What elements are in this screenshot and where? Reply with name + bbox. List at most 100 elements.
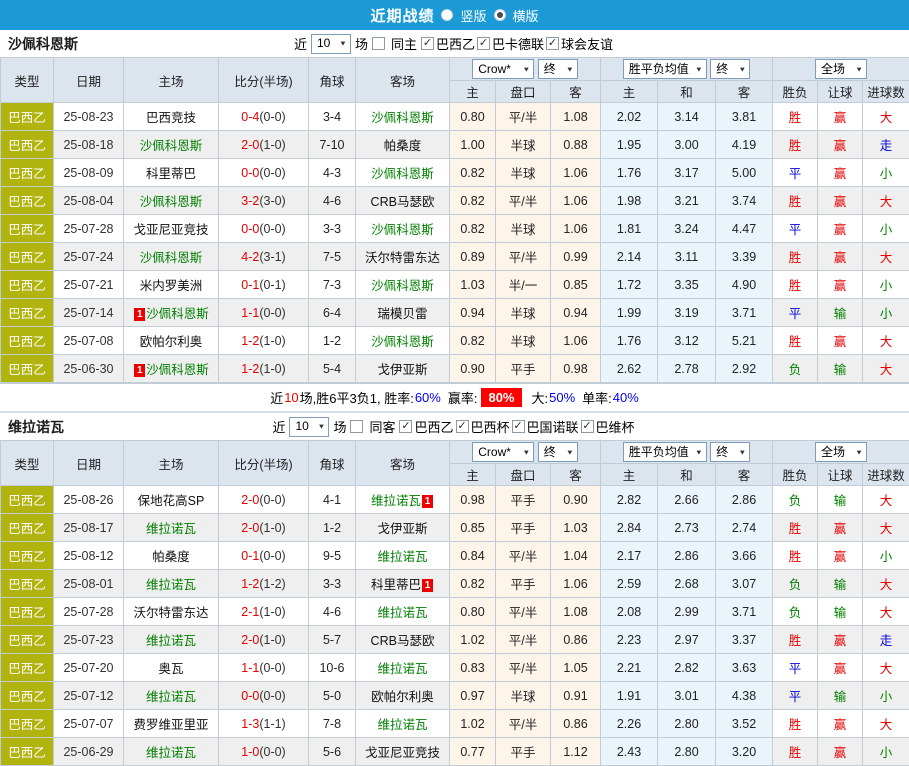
same-venue-checkbox[interactable]: [350, 420, 363, 433]
goals-result-cell: 大: [863, 654, 909, 682]
vertical-layout-radio[interactable]: [441, 9, 453, 21]
odds-away-cell: 1.06: [551, 159, 601, 187]
away-team-cell: 维拉诺瓦1: [356, 486, 450, 514]
avg-lose-cell: 3.63: [716, 654, 773, 682]
corner-cell: 5-7: [309, 626, 356, 654]
result-cell: 负: [773, 355, 818, 383]
team-link: 戈伊亚斯: [377, 522, 427, 536]
away-team-cell: 维拉诺瓦: [356, 710, 450, 738]
corner-cell: 10-6: [309, 654, 356, 682]
same-venue-checkbox[interactable]: [372, 37, 385, 50]
away-team-cell: CRB马瑟欧: [356, 626, 450, 654]
handicap-result-cell: 输: [818, 355, 863, 383]
avg-win-cell: 1.98: [601, 187, 658, 215]
sub-header-handicap-result: 让球: [818, 81, 863, 103]
final-odds-select[interactable]: 终▼: [538, 442, 578, 462]
avg-odds-select[interactable]: 胜平负均值▼: [623, 59, 707, 79]
fulltime-score: 0-0: [241, 222, 259, 236]
odds-home-cell: 1.03: [450, 271, 496, 299]
corner-cell: 3-3: [309, 570, 356, 598]
handicap-cell: 平/半: [496, 626, 551, 654]
sub-header-result: 胜负: [773, 464, 818, 486]
home-team-cell: 沙佩科恩斯: [124, 187, 219, 215]
avg-win-cell: 1.81: [601, 215, 658, 243]
date-cell: 25-08-26: [54, 486, 124, 514]
handicap-result-cell: 赢: [818, 271, 863, 299]
avg-win-cell: 2.84: [601, 514, 658, 542]
league-checkbox[interactable]: ✓: [421, 37, 434, 50]
halftime-score: (0-0): [259, 306, 285, 320]
league-checkbox[interactable]: ✓: [581, 420, 594, 433]
away-team-cell: 戈伊亚斯: [356, 355, 450, 383]
fulltime-score: 0-4: [241, 110, 259, 124]
league-checkbox[interactable]: ✓: [546, 37, 559, 50]
team-link: 维拉诺瓦: [146, 746, 196, 760]
near-label: 近: [294, 34, 307, 53]
vertical-layout-label[interactable]: 竖版: [460, 6, 486, 25]
fulltime-score: 2-0: [241, 493, 259, 507]
league-cell: 巴西乙: [1, 654, 54, 682]
handicap-win-rate-highlight: 80%: [481, 388, 521, 407]
handicap-result-cell: 赢: [818, 654, 863, 682]
match-count-select[interactable]: 10 ▼: [289, 417, 329, 437]
horizontal-layout-label[interactable]: 横版: [513, 6, 539, 25]
goals-result-cell: 走: [863, 626, 909, 654]
match-row: 巴西乙25-08-12帕桑度0-1(0-0)9-5维拉诺瓦0.84平/半1.04…: [1, 542, 909, 570]
away-team-cell: 戈伊亚斯: [356, 514, 450, 542]
bookmaker-select[interactable]: Crow*▼: [472, 442, 534, 462]
halftime-score: (0-0): [259, 661, 285, 675]
score-cell: 2-1(1-0): [219, 598, 309, 626]
score-cell: 2-0(0-0): [219, 486, 309, 514]
odds-away-cell: 0.90: [551, 486, 601, 514]
league-checkbox[interactable]: ✓: [456, 420, 469, 433]
avg-draw-cell: 3.17: [658, 159, 716, 187]
avg-draw-cell: 2.80: [658, 710, 716, 738]
league-cell: 巴西乙: [1, 738, 54, 766]
radio-dot: [497, 12, 503, 18]
avg-draw-cell: 3.14: [658, 103, 716, 131]
bookmaker-select[interactable]: Crow*▼: [472, 59, 534, 79]
avg-lose-cell: 5.00: [716, 159, 773, 187]
league-checkbox[interactable]: ✓: [477, 37, 490, 50]
team-link: 沙佩科恩斯: [371, 111, 434, 125]
team-link: 保地花高SP: [138, 494, 205, 508]
handicap-cell: 平/半: [496, 103, 551, 131]
league-checkbox[interactable]: ✓: [512, 420, 525, 433]
horizontal-layout-radio[interactable]: [494, 9, 506, 21]
goals-result-cell: 大: [863, 103, 909, 131]
score-cell: 0-1(0-0): [219, 542, 309, 570]
bookmaker-value: Crow*: [478, 62, 511, 77]
league-checkbox-label: 巴西乙: [436, 34, 475, 53]
away-team-cell: 欧帕尔利奥: [356, 682, 450, 710]
avg-odds-select[interactable]: 胜平负均值▼: [623, 442, 707, 462]
final-avg-select[interactable]: 终▼: [710, 59, 750, 79]
handicap-cell: 平手: [496, 738, 551, 766]
team-link: 沙佩科恩斯: [146, 307, 209, 321]
final-avg-select[interactable]: 终▼: [710, 442, 750, 462]
chevron-down-icon: ▼: [566, 446, 574, 459]
home-team-cell: 费罗维亚里亚: [124, 710, 219, 738]
final-odds-select[interactable]: 终▼: [538, 59, 578, 79]
league-checkbox[interactable]: ✓: [399, 420, 412, 433]
scope-select[interactable]: 全场▼: [815, 442, 867, 462]
home-team-cell: 维拉诺瓦: [124, 738, 219, 766]
fulltime-score: 2-0: [241, 138, 259, 152]
home-team-cell: 维拉诺瓦: [124, 682, 219, 710]
scope-select[interactable]: 全场▼: [815, 59, 867, 79]
sub-header-handicap: 盘口: [496, 464, 551, 486]
handicap-result-cell: 输: [818, 682, 863, 710]
match-count-select[interactable]: 10 ▼: [311, 34, 351, 54]
home-team-cell: 欧帕尔利奥: [124, 327, 219, 355]
handicap-result-cell: 输: [818, 299, 863, 327]
avg-win-cell: 2.43: [601, 738, 658, 766]
avg-draw-cell: 3.01: [658, 682, 716, 710]
date-cell: 25-07-20: [54, 654, 124, 682]
avg-win-cell: 1.99: [601, 299, 658, 327]
league-cell: 巴西乙: [1, 327, 54, 355]
date-cell: 25-08-09: [54, 159, 124, 187]
league-filter-group: ✓巴西乙✓巴西杯✓巴国诺联✓巴维杯: [399, 417, 636, 436]
goals-result-cell: 小: [863, 542, 909, 570]
league-cell: 巴西乙: [1, 243, 54, 271]
date-cell: 25-07-07: [54, 710, 124, 738]
result-cell: 平: [773, 215, 818, 243]
